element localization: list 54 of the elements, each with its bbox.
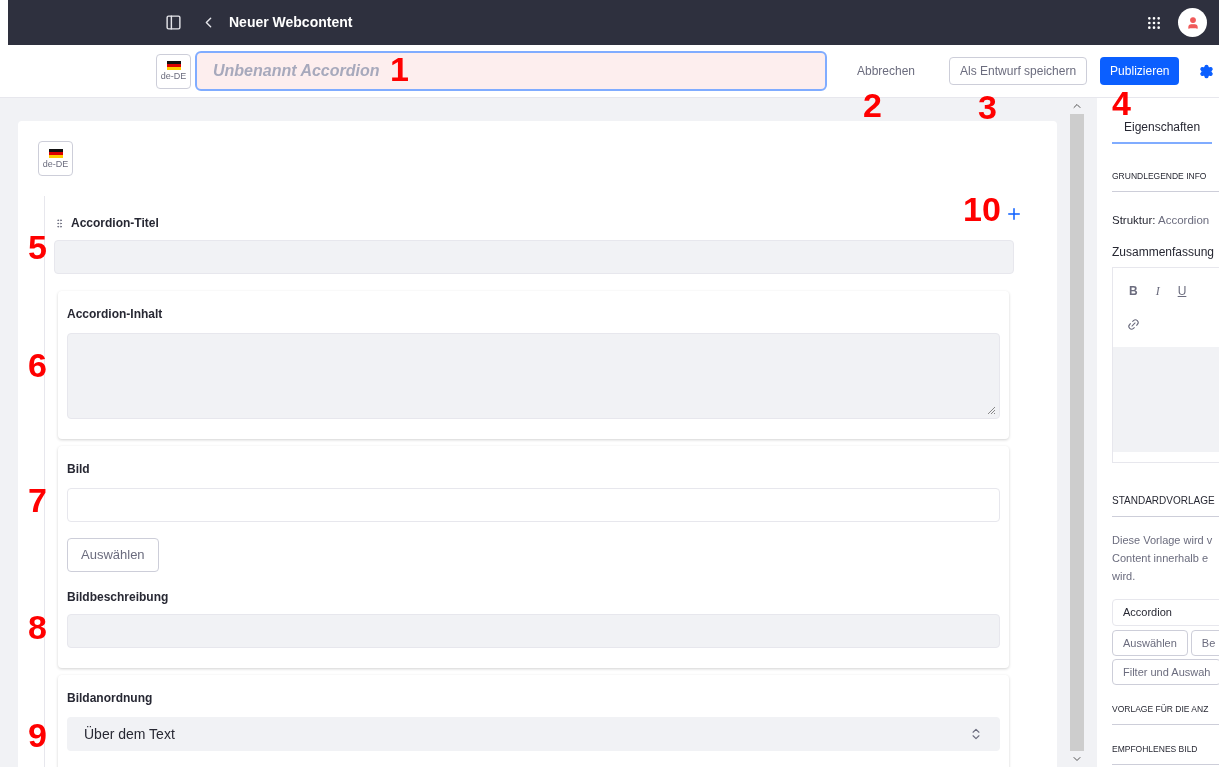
drag-handle-icon[interactable] (54, 217, 65, 229)
select-field[interactable]: Über dem Text (67, 717, 1000, 751)
annotation-number: 2 (863, 88, 882, 122)
annotation-number: 5 (28, 230, 47, 264)
template-button[interactable]: Filter und Auswah (1112, 659, 1219, 685)
add-icon[interactable] (1005, 205, 1023, 223)
template-button[interactable]: Auswählen (1112, 630, 1188, 656)
italic-button[interactable]: I (1155, 282, 1160, 300)
locale-button[interactable]: de-DE (38, 141, 73, 176)
field-label: Zusammenfassung (1112, 244, 1216, 261)
locale-button[interactable]: de-DE (156, 53, 191, 89)
annotation-number: 3 (978, 90, 997, 124)
annotation-number: 6 (28, 348, 47, 382)
field-label: Bildbeschreibung (67, 589, 170, 606)
resize-handle-icon (987, 406, 996, 415)
apps-grid-icon[interactable] (1146, 14, 1162, 31)
template-button[interactable]: Be (1190, 630, 1219, 656)
annotation-number: 7 (28, 483, 47, 517)
section-heading: STANDARDVORLAGE (1112, 493, 1219, 517)
cancel-link[interactable]: Abbrechen (847, 57, 926, 85)
section-heading: EMPFOHLENES BILD (1112, 742, 1219, 765)
annotation-number: 1 (390, 52, 409, 86)
field-label: Bild (67, 461, 91, 478)
select-button[interactable]: Auswählen (67, 538, 159, 572)
field-label: Bildanordnung (67, 690, 154, 707)
settings-icon[interactable] (1199, 63, 1215, 79)
flag-icon (48, 148, 63, 158)
structure-label: Struktur: (1112, 213, 1156, 226)
template-field[interactable]: Accordion (1112, 599, 1219, 626)
structure-value: Accordion (1158, 213, 1210, 226)
user-icon (1185, 15, 1200, 30)
annotation-number: 10 (963, 192, 1001, 226)
underline-button[interactable]: U (1177, 282, 1187, 300)
avatar[interactable] (1178, 8, 1207, 37)
bold-button[interactable]: B (1129, 282, 1138, 300)
section-heading: GRUNDLEGENDE INFO (1112, 170, 1219, 192)
save-draft-button[interactable]: Als Entwurf speichern (949, 57, 1088, 85)
rich-text-editor[interactable]: B I U (1112, 267, 1219, 463)
text-field[interactable] (67, 614, 1000, 648)
section-heading: VORLAGE FÜR DIE ANZ (1112, 703, 1219, 725)
textarea-field[interactable] (67, 333, 1000, 419)
annotation-number: 4 (1112, 86, 1131, 120)
text-field[interactable] (54, 240, 1014, 274)
image-field[interactable] (67, 488, 1000, 522)
publish-button[interactable]: Publizieren (1100, 57, 1180, 85)
annotation-number: 8 (28, 610, 47, 644)
page-title: Neuer Webcontent (229, 13, 353, 32)
template-description: Diese Vorlage wird v Content innerhalb e wird. (1112, 533, 1214, 584)
annotation-number: 9 (28, 718, 47, 752)
flag-icon (166, 61, 181, 70)
sidebar-toggle-icon[interactable] (165, 14, 182, 31)
field-label: Accordion-Titel (71, 215, 159, 232)
sidebar-tab[interactable]: Eigenschaften (1112, 118, 1213, 144)
field-label: Accordion-Inhalt (67, 306, 164, 323)
